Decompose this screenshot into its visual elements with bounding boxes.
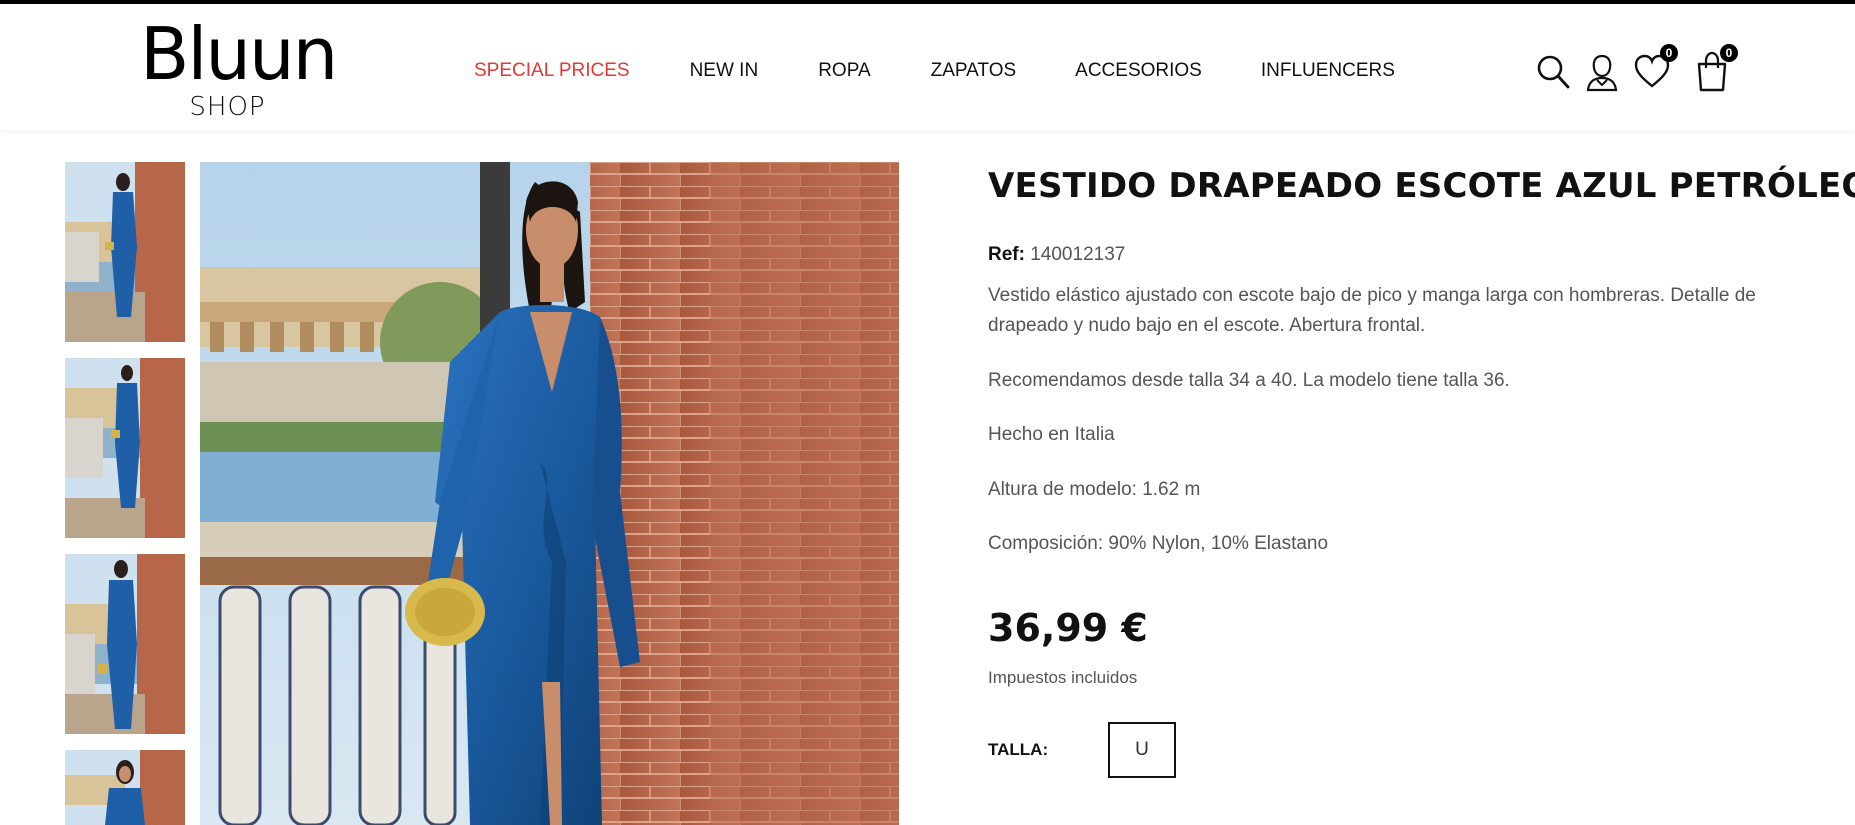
tax-note: Impuestos incluidos [988,668,1138,687]
brand-sub: SHOP [189,92,266,122]
nav-accesorios[interactable]: ACCESORIOS [1075,60,1202,90]
nav-new-in[interactable]: NEW IN [690,60,759,90]
nav-special-prices[interactable]: SPECIAL PRICES [474,60,630,90]
wishlist-button[interactable]: 0 [1632,44,1678,94]
size-label: TALLA: [988,740,1049,759]
cart-button[interactable]: 0 [1692,44,1738,94]
thumbnail-3[interactable] [65,554,185,734]
cart-count-badge: 0 [1720,44,1738,62]
nav-zapatos[interactable]: ZAPATOS [931,60,1017,90]
made-in: Hecho en Italia [988,424,1115,445]
ref-label: Ref: [988,244,1025,265]
thumbnail-1[interactable] [65,162,185,342]
brand-name: Bluun [140,12,338,96]
product-description: Vestido elástico ajustado con escote baj… [988,285,1756,336]
thumbnail-2[interactable] [65,358,185,538]
ref-value: 140012137 [1030,244,1126,265]
product-ref: Ref: 140012137 [988,244,1125,266]
composition: Composición: 90% Nylon, 10% Elastano [988,533,1329,554]
user-icon[interactable] [1582,50,1622,94]
nav-ropa[interactable]: ROPA [818,60,870,90]
main-nav: SPECIAL PRICES NEW IN ROPA ZAPATOS ACCES… [474,60,1395,90]
search-icon[interactable] [1534,50,1574,94]
main-product-image[interactable] [200,162,899,825]
thumbnail-4[interactable] [65,750,185,825]
model-height: Altura de modelo: 1.62 m [988,479,1201,500]
nav-influencers[interactable]: INFLUENCERS [1261,60,1395,90]
product-price: 36,99 € [988,606,1148,650]
size-option-u[interactable]: U [1108,722,1176,778]
brand-logo[interactable]: Bluun SHOP [140,12,338,129]
site-header: Bluun SHOP SPECIAL PRICES NEW IN ROPA ZA… [0,4,1855,130]
size-recommendation: Recomendamos desde talla 34 a 40. La mod… [988,370,1510,391]
wishlist-count-badge: 0 [1660,44,1678,62]
product-title: VESTIDO DRAPEADO ESCOTE AZUL PETRÓLEO [988,166,1855,206]
